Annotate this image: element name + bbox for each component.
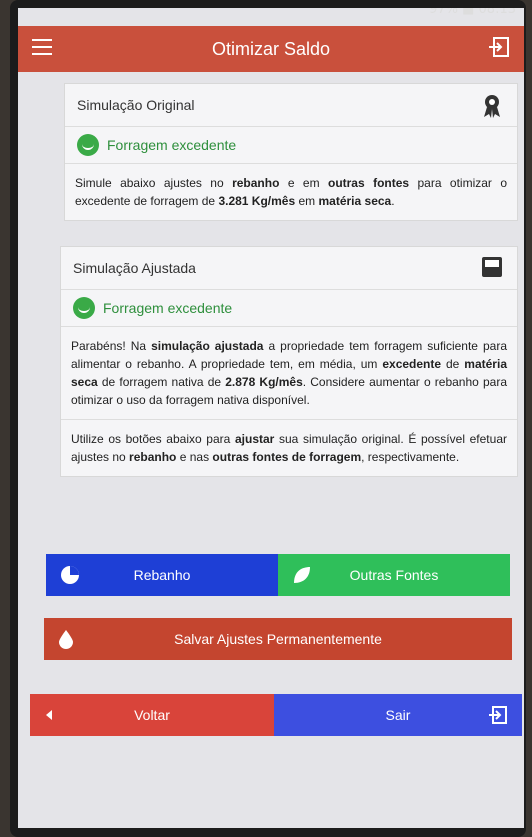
salvar-label: Salvar Ajustes Permanentemente <box>174 631 382 647</box>
save-button-row: Salvar Ajustes Permanentemente <box>44 618 512 660</box>
drop-icon <box>58 629 74 652</box>
exit-icon[interactable] <box>488 36 510 63</box>
card-adjusted-status-text: Forragem excedente <box>103 300 233 316</box>
card-adjusted: Simulação Ajustada Forragem excedente Pa… <box>60 246 518 477</box>
content: Simulação Original Forragem excedente Si… <box>64 83 518 221</box>
smiley-icon <box>77 134 99 156</box>
card-original-header: Simulação Original <box>65 84 517 127</box>
card-original: Simulação Original Forragem excedente Si… <box>64 83 518 221</box>
sair-label: Sair <box>385 707 411 723</box>
card-original-message: Simule abaixo ajustes no rebanho e em ou… <box>75 176 508 208</box>
card-original-title: Simulação Original <box>77 97 195 113</box>
voltar-label: Voltar <box>134 707 170 723</box>
exit-icon <box>488 705 508 728</box>
adjust-buttons-row: Rebanho Outras Fontes <box>46 554 510 596</box>
content-adjusted: Simulação Ajustada Forragem excedente Pa… <box>60 246 518 477</box>
card-adjusted-instructions: Utilize os botões abaixo para ajustar su… <box>71 432 507 464</box>
card-original-status-text: Forragem excedente <box>107 137 237 153</box>
award-icon <box>481 93 503 122</box>
outras-fontes-button[interactable]: Outras Fontes <box>278 554 510 596</box>
sair-button[interactable]: Sair <box>274 694 522 736</box>
leaf-icon <box>292 565 312 588</box>
card-adjusted-message: Parabéns! Na simulação ajustada a propri… <box>71 339 507 407</box>
card-adjusted-status: Forragem excedente <box>61 290 517 327</box>
app-bar: Otimizar Saldo <box>18 26 524 72</box>
menu-icon[interactable] <box>32 39 52 55</box>
chevron-left-icon <box>44 705 54 728</box>
status-bar: 97% ■ 08:13 <box>429 8 516 17</box>
pie-chart-icon <box>60 565 80 588</box>
page-title: Otimizar Saldo <box>211 38 331 59</box>
app-screen: 97% ■ 08:13 Otimizar Saldo Simulação Ori… <box>18 8 524 828</box>
outras-fontes-label: Outras Fontes <box>349 567 439 583</box>
nav-buttons-row: Voltar Sair <box>30 694 522 736</box>
salvar-button[interactable]: Salvar Ajustes Permanentemente <box>44 618 512 660</box>
smiley-icon <box>73 297 95 319</box>
card-original-status: Forragem excedente <box>65 127 517 164</box>
save-disk-icon <box>481 256 503 281</box>
rebanho-label: Rebanho <box>133 567 191 583</box>
voltar-button[interactable]: Voltar <box>30 694 274 736</box>
card-adjusted-header: Simulação Ajustada <box>61 247 517 290</box>
rebanho-button[interactable]: Rebanho <box>46 554 278 596</box>
card-adjusted-title: Simulação Ajustada <box>73 260 196 276</box>
